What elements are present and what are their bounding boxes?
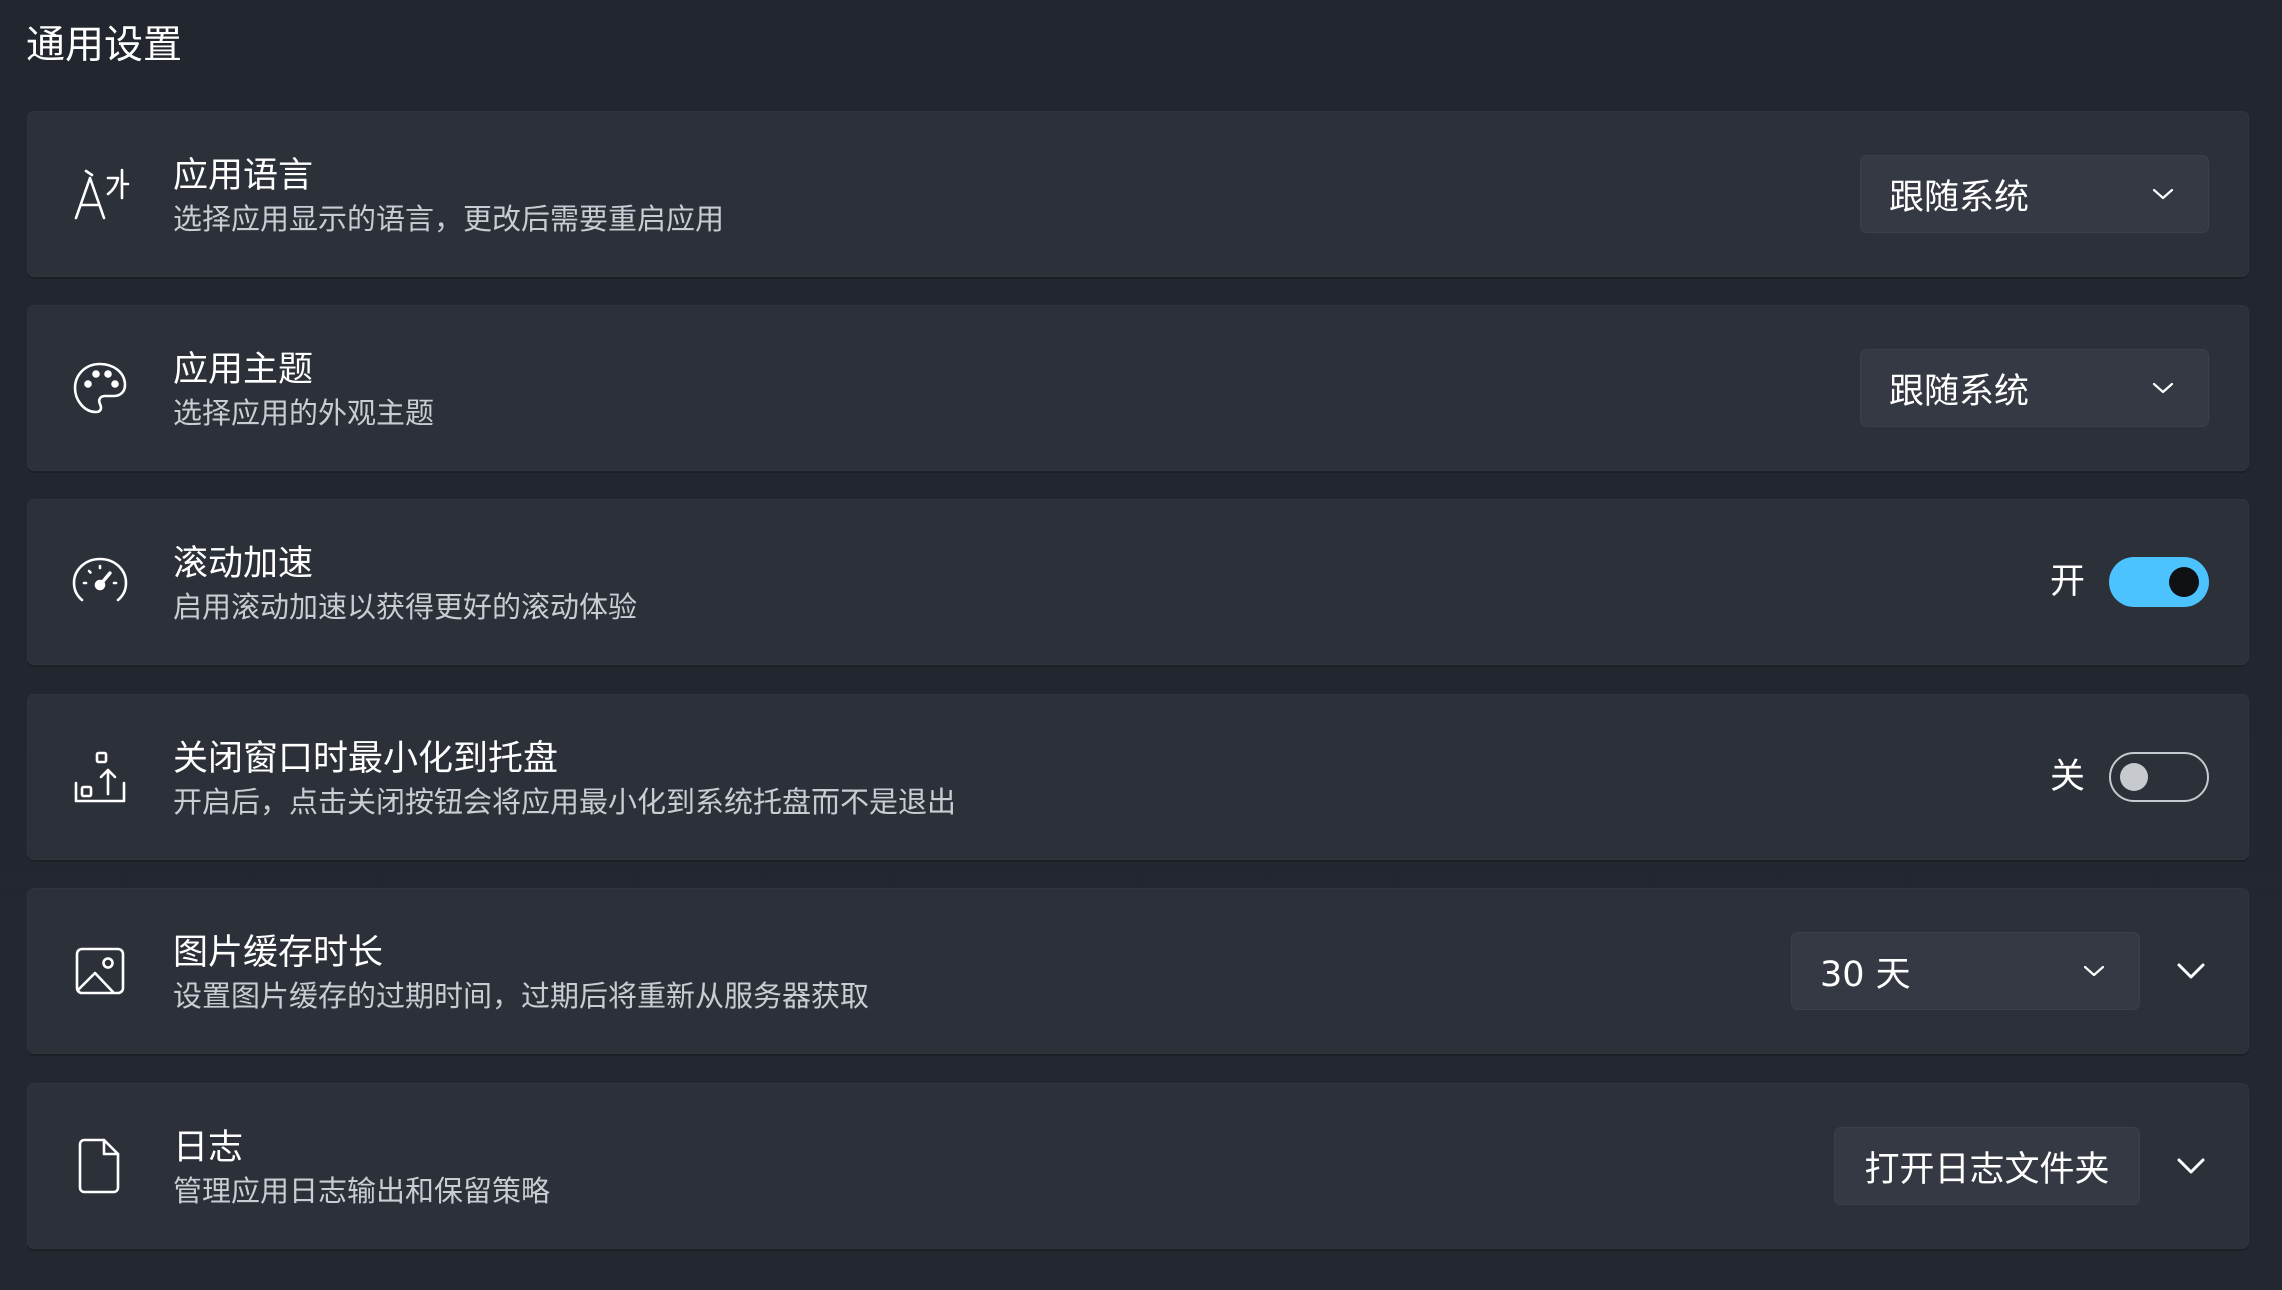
speedometer-icon [68,550,132,614]
setting-title: 应用主题 [173,350,314,390]
chevron-down-icon [2152,188,2174,200]
tray-minimize-icon [68,745,132,809]
setting-description: 管理应用日志输出和保留策略 [173,1174,551,1208]
dropdown-value: 跟随系统 [1889,177,2030,218]
setting-title: 应用语言 [173,156,314,196]
setting-description: 启用滚动加速以获得更好的滚动体验 [173,590,638,624]
setting-title: 关闭窗口时最小化到托盘 [173,739,559,779]
scroll-acceleration-toggle[interactable] [2109,557,2209,607]
chevron-down-icon [2152,382,2174,394]
language-dropdown[interactable]: 跟随系统 [1860,155,2209,233]
page-title: 通用设置 [26,23,183,68]
setting-card-logs[interactable]: 日志 管理应用日志输出和保留策略 打开日志文件夹 [27,1083,2249,1249]
setting-description: 选择应用的外观主题 [173,396,435,430]
setting-title: 日志 [173,1128,244,1168]
toggle-knob [2169,567,2199,597]
palette-icon [68,356,132,420]
toggle-knob [2120,763,2148,791]
dropdown-value: 30 天 [1820,954,1911,995]
setting-title: 滚动加速 [173,544,314,584]
setting-title: 图片缓存时长 [173,933,384,973]
language-icon [68,162,132,226]
chevron-down-icon [2083,965,2105,977]
minimize-to-tray-toggle[interactable] [2109,752,2209,802]
cache-duration-dropdown[interactable]: 30 天 [1791,932,2140,1010]
expand-chevron-icon[interactable] [2176,1157,2206,1175]
toggle-state-label: 开 [2049,562,2085,602]
expand-chevron-icon[interactable] [2176,962,2206,980]
settings-page: 通用设置 应用语言 选择应用显示的语言，更改后需要重启应用 跟随系统 应用主题 … [0,0,2282,1290]
document-icon [68,1134,132,1198]
open-log-folder-button[interactable]: 打开日志文件夹 [1834,1127,2140,1205]
setting-card-image-cache[interactable]: 图片缓存时长 设置图片缓存的过期时间，过期后将重新从服务器获取 30 天 [27,888,2249,1054]
image-icon [68,939,132,1003]
setting-description: 选择应用显示的语言，更改后需要重启应用 [173,202,725,236]
theme-dropdown[interactable]: 跟随系统 [1860,349,2209,427]
toggle-state-label: 关 [2049,757,2085,797]
setting-card-theme: 应用主题 选择应用的外观主题 跟随系统 [27,305,2249,471]
setting-card-minimize-to-tray: 关闭窗口时最小化到托盘 开启后，点击关闭按钮会将应用最小化到系统托盘而不是退出 … [27,694,2249,860]
setting-card-language: 应用语言 选择应用显示的语言，更改后需要重启应用 跟随系统 [27,111,2249,277]
setting-description: 设置图片缓存的过期时间，过期后将重新从服务器获取 [173,979,870,1013]
setting-description: 开启后，点击关闭按钮会将应用最小化到系统托盘而不是退出 [173,785,957,819]
dropdown-value: 跟随系统 [1889,371,2030,412]
setting-card-scroll-acceleration: 滚动加速 启用滚动加速以获得更好的滚动体验 开 [27,499,2249,665]
